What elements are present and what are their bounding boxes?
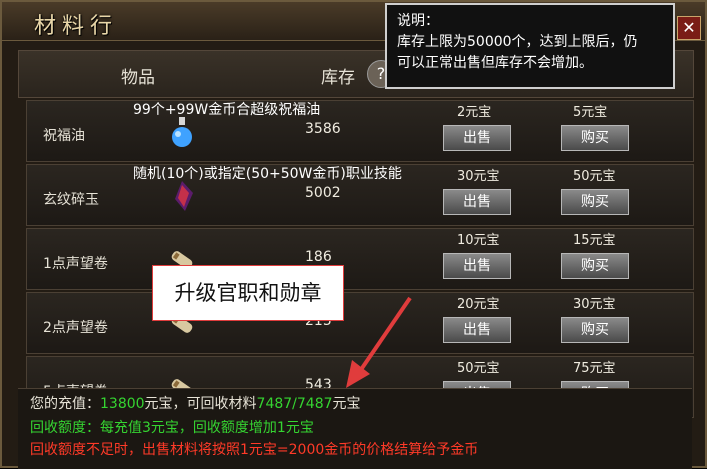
buy-price: 15元宝	[573, 233, 616, 248]
sell-price: 10元宝	[457, 233, 500, 248]
recharge-line: 您的充值：13800元宝，可回收材料7487/7487元宝	[30, 393, 361, 413]
item-name: 祝福油	[43, 128, 85, 144]
tooltip-title: 说明：	[397, 13, 439, 29]
sell-price: 2元宝	[457, 105, 492, 120]
item-desc: 99个+99W金币合超级祝福油	[133, 102, 321, 118]
recharge-value: 13800	[100, 396, 145, 412]
jade-icon	[175, 181, 193, 211]
buy-button[interactable]: 购买	[561, 125, 629, 151]
buy-price: 75元宝	[573, 361, 616, 376]
item-stock: 186	[305, 249, 332, 265]
buy-price: 50元宝	[573, 169, 616, 184]
header-item: 物品	[121, 68, 155, 88]
tooltip-line-2: 可以正常出售但库存不会增加。	[397, 55, 593, 71]
sell-button[interactable]: 出售	[443, 125, 511, 151]
item-name: 1点声望卷	[43, 256, 108, 272]
item-stock: 5002	[305, 185, 341, 201]
tooltip-line-1: 库存上限为50000个，达到上限后，仍	[397, 34, 638, 50]
sell-button[interactable]: 出售	[443, 189, 511, 215]
window-title: 材料行	[34, 14, 119, 39]
potion-icon	[172, 117, 192, 147]
footer-panel: 您的充值：13800元宝，可回收材料7487/7487元宝 回收额度：每充值3元…	[18, 388, 692, 469]
sell-button[interactable]: 出售	[443, 317, 511, 343]
sell-button[interactable]: 出售	[443, 253, 511, 279]
buy-button[interactable]: 购买	[561, 317, 629, 343]
item-stock: 3586	[305, 121, 341, 137]
buy-price: 30元宝	[573, 297, 616, 312]
annotation-arrow-icon	[346, 296, 412, 388]
buy-button[interactable]: 购买	[561, 253, 629, 279]
warning-line: 回收额度不足时，出售材料将按照1元宝=2000金币的价格结算给予金币	[30, 442, 479, 458]
list-item: 玄纹碎玉 随机(10个)或指定(50+50W金币)职业技能 5002 30元宝 …	[26, 164, 694, 226]
item-name: 2点声望卷	[43, 320, 108, 336]
recharge-unit: 元宝，可回收材料	[144, 396, 257, 412]
list-item: 祝福油 99个+99W金币合超级祝福油 3586 2元宝 5元宝 出售 购买	[26, 100, 694, 162]
buy-price: 5元宝	[573, 105, 608, 120]
list-item: 1点声望卷 186 10元宝 15元宝 出售 购买	[26, 228, 694, 290]
sell-price: 30元宝	[457, 169, 500, 184]
recover-value: 7487/7487	[256, 396, 333, 412]
buy-button[interactable]: 购买	[561, 189, 629, 215]
item-name: 玄纹碎玉	[43, 192, 99, 208]
sell-price: 50元宝	[457, 361, 500, 376]
header-stock: 库存	[321, 68, 355, 88]
close-button[interactable]: ✕	[677, 16, 701, 40]
help-tooltip: 说明： 库存上限为50000个，达到上限后，仍 可以正常出售但库存不会增加。	[385, 3, 675, 89]
sell-price: 20元宝	[457, 297, 500, 312]
annotation-box: 升级官职和勋章	[152, 265, 344, 321]
quota-line: 回收额度：每充值3元宝，回收额度增加1元宝	[30, 420, 314, 436]
recharge-label: 您的充值：	[30, 396, 100, 412]
